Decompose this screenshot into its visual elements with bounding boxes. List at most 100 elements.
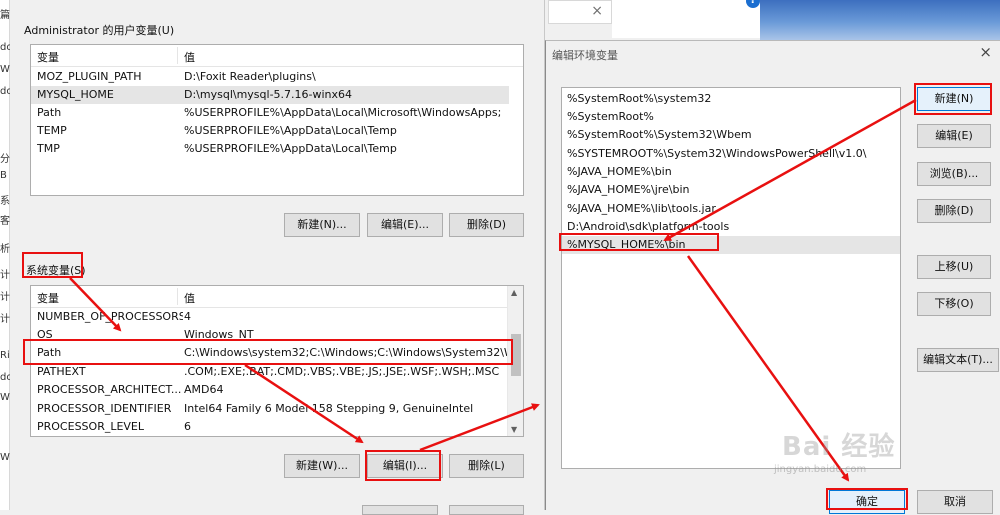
highlight-ok-button bbox=[826, 488, 908, 510]
table-row[interactable]: MOZ_PLUGIN_PATH D:\Foxit Reader\plugins\ bbox=[31, 68, 523, 86]
path-entry: %SYSTEMROOT%\System32\WindowsPowerShell\… bbox=[567, 147, 867, 160]
var-value: Intel64 Family 6 Model 158 Stepping 9, G… bbox=[184, 402, 474, 415]
var-value: %USERPROFILE%\AppData\Local\Temp bbox=[184, 124, 397, 137]
edge-text: Ri bbox=[0, 350, 10, 361]
user-vars-label: Administrator 的用户变量(U) bbox=[24, 24, 175, 37]
highlight-edit-button bbox=[365, 450, 441, 481]
table-row[interactable]: PATHEXT .COM;.EXE;.BAT;.CMD;.VBS;.VBE;.J… bbox=[31, 363, 509, 381]
list-header: 变量 值 bbox=[31, 45, 523, 67]
column-header-value[interactable]: 值 bbox=[184, 290, 195, 306]
edge-text: B bbox=[0, 170, 7, 181]
var-value: D:\Foxit Reader\plugins\ bbox=[184, 70, 316, 83]
table-row[interactable]: PROCESSOR_ARCHITECT... AMD64 bbox=[31, 381, 509, 399]
watermark-logo: Bai 经验 jingyan.baidu.com bbox=[760, 400, 910, 480]
edge-text: do bbox=[0, 86, 10, 97]
var-value: %USERPROFILE%\AppData\Local\Microsoft\Wi… bbox=[184, 106, 502, 119]
var-name: TEMP bbox=[37, 124, 67, 137]
var-name: PROCESSOR_LEVEL bbox=[37, 420, 145, 433]
system-delete-button[interactable]: 删除(L) bbox=[449, 454, 524, 478]
cancel-button[interactable]: 取消 bbox=[917, 490, 993, 514]
var-name: TMP bbox=[37, 142, 60, 155]
var-name: PROCESSOR_ARCHITECT... bbox=[37, 383, 182, 396]
path-entry: %JAVA_HOME%\lib\tools.jar bbox=[567, 202, 716, 215]
edit-entry-button[interactable]: 编辑(E) bbox=[917, 124, 991, 148]
move-down-button[interactable]: 下移(O) bbox=[917, 292, 991, 316]
highlight-system-vars-label bbox=[22, 252, 83, 278]
system-new-button[interactable]: 新建(W)... bbox=[284, 454, 360, 478]
environment-variables-dialog: Administrator 的用户变量(U) 变量 值 MOZ_PLUGIN_P… bbox=[10, 0, 545, 515]
edge-text: 析 bbox=[0, 244, 10, 255]
desktop-wallpaper bbox=[760, 0, 1000, 40]
cancel-button-partial[interactable] bbox=[449, 505, 524, 515]
scroll-up-arrow-icon[interactable]: ▲ bbox=[511, 288, 517, 297]
column-divider[interactable] bbox=[177, 288, 178, 305]
edge-text: 计 bbox=[0, 292, 10, 303]
user-new-button[interactable]: 新建(N)... bbox=[284, 213, 360, 237]
list-item[interactable]: %JAVA_HOME%\jre\bin bbox=[562, 181, 900, 199]
edge-text: 系 bbox=[0, 196, 10, 207]
var-name: PATHEXT bbox=[37, 365, 86, 378]
move-up-button[interactable]: 上移(U) bbox=[917, 255, 991, 279]
var-value: AMD64 bbox=[184, 383, 224, 396]
column-header-value[interactable]: 值 bbox=[184, 49, 195, 65]
edge-text: do bbox=[0, 42, 10, 53]
list-item[interactable]: %SYSTEMROOT%\System32\WindowsPowerShell\… bbox=[562, 145, 900, 163]
table-row[interactable]: Path %USERPROFILE%\AppData\Local\Microso… bbox=[31, 104, 523, 122]
var-name: NUMBER_OF_PROCESSORS bbox=[37, 310, 183, 323]
var-name: PROCESSOR_IDENTIFIER bbox=[37, 402, 172, 415]
dialog-title: 编辑环境变量 bbox=[552, 49, 618, 62]
list-header: 变量 值 bbox=[31, 286, 507, 308]
background-panel bbox=[612, 0, 760, 38]
edge-text: 篇 bbox=[0, 10, 10, 21]
edge-text: 计 bbox=[0, 314, 10, 325]
var-value: 4 bbox=[184, 310, 191, 323]
var-value: %USERPROFILE%\AppData\Local\Temp bbox=[184, 142, 397, 155]
watermark-url: jingyan.baidu.com bbox=[774, 464, 867, 475]
path-entry: %SystemRoot%\System32\Wbem bbox=[567, 128, 752, 141]
edit-text-button[interactable]: 编辑文本(T)... bbox=[917, 348, 999, 372]
edge-text: Wi bbox=[0, 64, 10, 75]
table-row[interactable]: MYSQL_HOME D:\mysql\mysql-5.7.16-winx64 bbox=[31, 86, 509, 104]
delete-entry-button[interactable]: 删除(D) bbox=[917, 199, 991, 223]
ok-button-partial[interactable] bbox=[362, 505, 438, 515]
var-name: MOZ_PLUGIN_PATH bbox=[37, 70, 142, 83]
close-icon[interactable]: × bbox=[591, 3, 603, 19]
background-window-edge: 篇 do Wi do 分 B 系 客 析 计 计 计 Ri do Wi Wi bbox=[0, 0, 10, 510]
edge-text: 客 bbox=[0, 216, 10, 227]
var-value: 6 bbox=[184, 420, 191, 433]
edge-text: Wi bbox=[0, 392, 10, 403]
var-value: D:\mysql\mysql-5.7.16-winx64 bbox=[184, 88, 353, 101]
background-window: × bbox=[548, 0, 612, 24]
list-item[interactable]: %JAVA_HOME%\lib\tools.jar bbox=[562, 200, 900, 218]
user-vars-list[interactable]: 变量 值 MOZ_PLUGIN_PATH D:\Foxit Reader\plu… bbox=[30, 44, 524, 196]
user-edit-button[interactable]: 编辑(E)... bbox=[367, 213, 443, 237]
list-item[interactable]: %JAVA_HOME%\bin bbox=[562, 163, 900, 181]
edge-text: Wi bbox=[0, 452, 10, 463]
table-row[interactable]: PROCESSOR_LEVEL 6 bbox=[31, 418, 509, 436]
column-header-variable[interactable]: 变量 bbox=[37, 290, 59, 306]
list-item[interactable]: %SystemRoot%\system32 bbox=[562, 90, 900, 108]
table-row[interactable]: TMP %USERPROFILE%\AppData\Local\Temp bbox=[31, 140, 523, 158]
table-row[interactable]: NUMBER_OF_PROCESSORS 4 bbox=[31, 308, 509, 326]
path-entry: %JAVA_HOME%\jre\bin bbox=[567, 183, 690, 196]
path-entry: %JAVA_HOME%\bin bbox=[567, 165, 672, 178]
column-header-variable[interactable]: 变量 bbox=[37, 49, 59, 65]
edge-text: 分 bbox=[0, 154, 10, 165]
table-row[interactable]: TEMP %USERPROFILE%\AppData\Local\Temp bbox=[31, 122, 523, 140]
browse-button[interactable]: 浏览(B)... bbox=[917, 162, 991, 186]
var-name: MYSQL_HOME bbox=[37, 88, 114, 101]
edge-text: 计 bbox=[0, 270, 10, 281]
user-delete-button[interactable]: 删除(D) bbox=[449, 213, 524, 237]
highlight-path-row bbox=[23, 339, 513, 365]
list-item[interactable]: %SystemRoot% bbox=[562, 108, 900, 126]
column-divider[interactable] bbox=[177, 47, 178, 64]
highlight-new-entry bbox=[559, 233, 719, 251]
table-row[interactable]: PROCESSOR_IDENTIFIER Intel64 Family 6 Mo… bbox=[31, 400, 509, 418]
list-item[interactable]: %SystemRoot%\System32\Wbem bbox=[562, 126, 900, 144]
var-name: Path bbox=[37, 106, 62, 119]
highlight-new-button bbox=[914, 83, 992, 115]
path-entry: %SystemRoot%\system32 bbox=[567, 92, 712, 105]
path-entry: %SystemRoot% bbox=[567, 110, 654, 123]
close-icon[interactable]: × bbox=[979, 43, 992, 61]
scroll-down-arrow-icon[interactable]: ▼ bbox=[511, 425, 517, 434]
